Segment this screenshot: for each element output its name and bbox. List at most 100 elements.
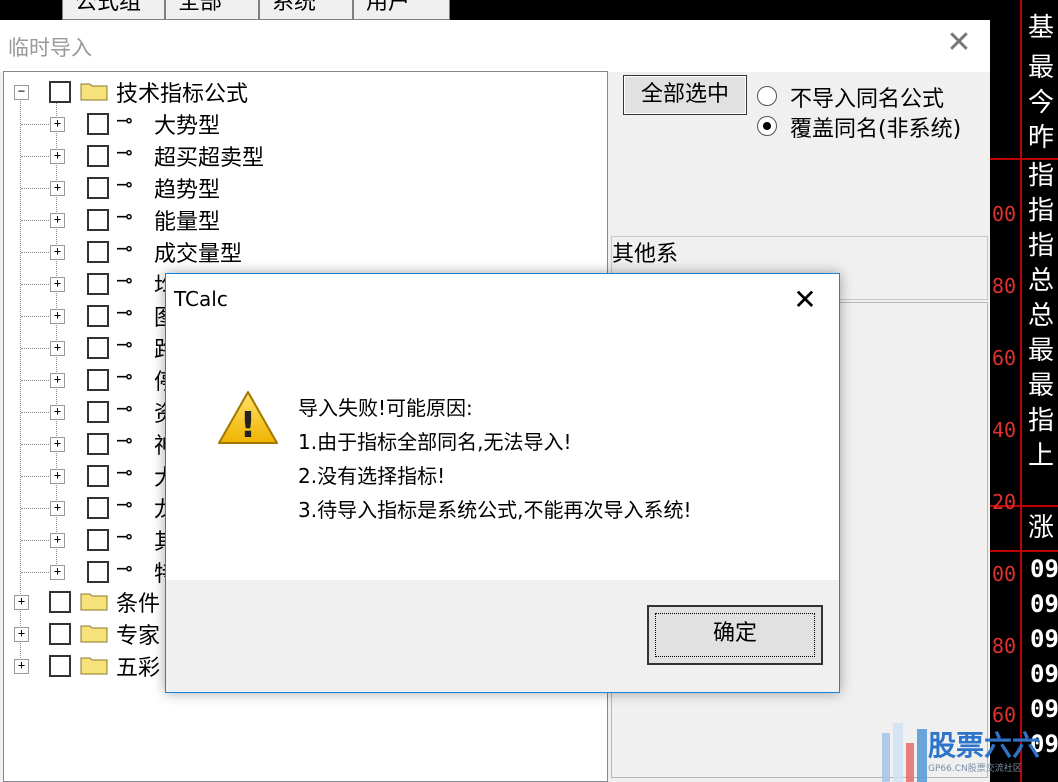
tree-child-row[interactable]: + ⊸ 成交量型	[4, 236, 604, 268]
expand-icon[interactable]: +	[50, 533, 65, 548]
expand-icon[interactable]: +	[50, 405, 65, 420]
tree-connector	[21, 412, 51, 413]
checkbox[interactable]	[87, 337, 109, 359]
folder-icon	[80, 83, 108, 101]
checkbox[interactable]	[87, 497, 109, 519]
checkbox[interactable]	[87, 241, 109, 263]
checkbox[interactable]	[49, 655, 71, 677]
tree-item-label: 条件	[116, 592, 161, 617]
bg-tab-system[interactable]: 系统	[259, 0, 353, 20]
panel-time: 09	[1030, 625, 1058, 653]
folder-icon	[80, 625, 108, 643]
expand-icon[interactable]: +	[14, 659, 29, 674]
checkbox[interactable]	[87, 369, 109, 391]
expand-icon[interactable]: +	[50, 213, 65, 228]
checkbox[interactable]	[87, 305, 109, 327]
tree-child-row[interactable]: + ⊸ 超买超卖型	[4, 140, 604, 172]
expand-icon[interactable]: +	[50, 469, 65, 484]
tree-root-technical[interactable]: − 技术指标公式	[4, 76, 604, 108]
expand-icon[interactable]: +	[14, 627, 29, 642]
expand-icon[interactable]: +	[50, 149, 65, 164]
dialog-close-icon[interactable]: ✕	[787, 283, 823, 317]
watermark-subtext: GP66.CN股票交流社区	[928, 762, 1022, 774]
expand-icon[interactable]: +	[50, 341, 65, 356]
collapse-icon[interactable]: −	[14, 85, 29, 100]
ok-button[interactable]: 确定	[647, 605, 823, 665]
formula-key-icon: ⊸	[116, 332, 133, 356]
checkbox[interactable]	[49, 623, 71, 645]
expand-icon[interactable]: +	[50, 565, 65, 580]
formula-key-icon: ⊸	[116, 140, 133, 164]
folder-icon	[80, 593, 108, 611]
checkbox[interactable]	[87, 561, 109, 583]
bg-tab-all[interactable]: 全部	[165, 0, 259, 20]
checkbox[interactable]	[87, 433, 109, 455]
checkbox[interactable]	[87, 113, 109, 135]
expand-icon[interactable]: +	[50, 277, 65, 292]
panel-label: 今	[1028, 88, 1055, 118]
panel-divider	[1020, 0, 1022, 782]
expand-icon[interactable]: +	[14, 595, 29, 610]
bg-tab-label: 用户	[366, 0, 411, 15]
import-window-titlebar	[0, 20, 990, 72]
expand-icon[interactable]: +	[50, 309, 65, 324]
panel-label: 昨	[1028, 123, 1055, 153]
expand-icon[interactable]: +	[50, 117, 65, 132]
dialog-message-line: 1.由于指标全部同名,无法导入!	[298, 430, 572, 454]
expand-icon[interactable]: +	[50, 501, 65, 516]
formula-key-icon: ⊸	[116, 460, 133, 484]
checkbox[interactable]	[87, 209, 109, 231]
formula-key-icon: ⊸	[116, 108, 133, 132]
checkbox[interactable]	[49, 81, 71, 103]
tree-child-row[interactable]: + ⊸ 大势型	[4, 108, 604, 140]
tree-connector	[21, 316, 51, 317]
radio-overwrite-same-name[interactable]	[757, 116, 777, 136]
bg-tab-label: 全部	[178, 0, 223, 15]
tree-item-label: 能量型	[154, 210, 221, 235]
tree-connector	[21, 380, 51, 381]
tree-connector	[21, 476, 51, 477]
checkbox[interactable]	[49, 591, 71, 613]
checkbox[interactable]	[87, 145, 109, 167]
tree-connector	[21, 188, 51, 189]
panel-label: 指	[1028, 231, 1055, 261]
checkbox[interactable]	[87, 529, 109, 551]
formula-key-icon: ⊸	[116, 524, 133, 548]
panel-divider	[990, 550, 1058, 552]
panel-time: 09	[1030, 660, 1058, 688]
tree-child-row[interactable]: + ⊸ 趋势型	[4, 172, 604, 204]
tree-item-label: 趋势型	[154, 178, 221, 203]
panel-number: 20	[992, 490, 1017, 514]
select-all-button[interactable]: 全部选中	[623, 75, 747, 115]
panel-time: 09	[1030, 555, 1058, 583]
checkbox[interactable]	[87, 273, 109, 295]
expand-icon[interactable]: +	[50, 373, 65, 388]
tree-item-label: 大势型	[154, 114, 221, 139]
dialog-message-line: 3.待导入指标是系统公式,不能再次导入系统!	[298, 498, 692, 522]
formula-key-icon: ⊸	[116, 428, 133, 452]
expand-icon[interactable]: +	[50, 245, 65, 260]
bg-tab-label: 系统	[272, 0, 317, 15]
formula-key-icon: ⊸	[116, 172, 133, 196]
dialog-title: TCalc	[174, 287, 228, 311]
checkbox[interactable]	[87, 177, 109, 199]
tree-connector	[21, 252, 51, 253]
checkbox[interactable]	[87, 401, 109, 423]
expand-icon[interactable]: +	[50, 437, 65, 452]
bg-tab-formula-group[interactable]: 公式组	[62, 0, 165, 20]
panel-number: 40	[992, 418, 1017, 442]
panel-number: 00	[992, 202, 1017, 226]
tree-item-label: 成交量型	[154, 242, 243, 267]
formula-key-icon: ⊸	[116, 236, 133, 260]
radio-skip-same-name[interactable]	[757, 86, 777, 106]
panel-label: 指	[1028, 406, 1055, 436]
bg-tab-user[interactable]: 用户	[353, 0, 450, 20]
tree-connector	[21, 572, 51, 573]
window-close-icon[interactable]: ✕	[942, 26, 976, 60]
panel-label: 总	[1028, 266, 1055, 296]
tree-connector	[21, 348, 51, 349]
panel-label: 最	[1028, 53, 1055, 83]
tree-child-row[interactable]: + ⊸ 能量型	[4, 204, 604, 236]
checkbox[interactable]	[87, 465, 109, 487]
expand-icon[interactable]: +	[50, 181, 65, 196]
